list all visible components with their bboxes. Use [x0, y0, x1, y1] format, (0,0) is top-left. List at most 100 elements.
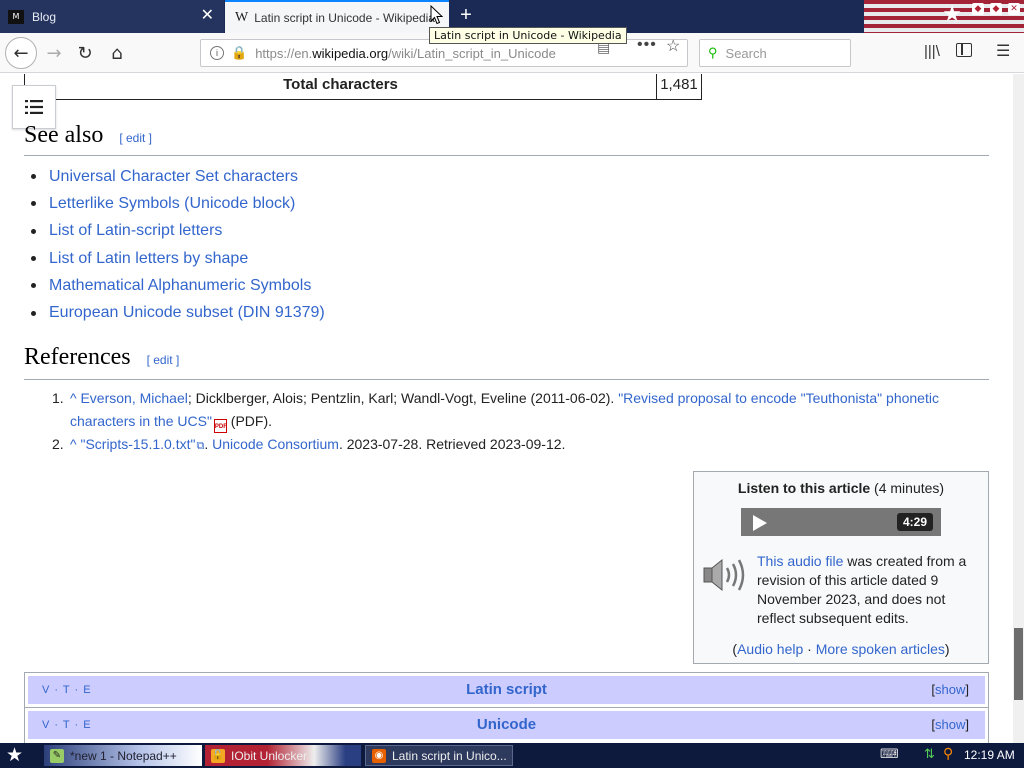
page-actions-icon[interactable]: ••• [637, 36, 657, 54]
keyboard-tray-icon[interactable]: ⌨ [880, 747, 899, 762]
see-also-item[interactable]: List of Latin-script letters [31, 218, 325, 245]
search-icon: ⚲ [708, 45, 718, 60]
page-content: Total characters 1,481 See also [ edit ]… [0, 74, 1013, 743]
tab-wikipedia[interactable]: W Latin script in Unicode - Wikipedia [225, 0, 449, 33]
see-also-link[interactable]: Universal Character Set characters [49, 168, 298, 186]
bullet-icon [31, 283, 36, 289]
url-path: /wiki/Latin_script_in_Unicode [388, 45, 556, 61]
total-characters-value: 1,481 [660, 76, 698, 93]
references-edit-link[interactable]: [ edit ] [147, 353, 180, 367]
audio-title-duration: (4 minutes) [870, 480, 945, 496]
more-spoken-articles-link[interactable]: More spoken articles [816, 641, 945, 657]
audio-footer-close: ) [944, 641, 950, 657]
search-tray-icon[interactable]: ⚲ [943, 746, 953, 762]
taskbar-item-label: IObit Unlocker [231, 748, 308, 763]
navbox-header: V · T · E Unicode [show] [28, 711, 985, 739]
bookmark-star-icon[interactable]: ☆ [666, 36, 680, 56]
reference-item: 2. ^ "Scripts-15.1.0.txt"⧉. Unicode Cons… [52, 433, 972, 458]
navbox-title[interactable]: Latin script [28, 681, 985, 698]
show-link[interactable]: show [935, 717, 965, 732]
back-button[interactable]: ← [5, 37, 37, 69]
navbox-show-toggle[interactable]: [show] [931, 682, 969, 697]
see-also-link[interactable]: European Unicode subset (DIN 91379) [49, 304, 325, 322]
taskbar-clock[interactable]: 12:19 AM [964, 748, 1015, 762]
references-heading: References [ edit ] [24, 344, 989, 380]
publisher-link[interactable]: Unicode Consortium [212, 436, 339, 452]
bullet-icon [31, 228, 36, 234]
backlink-caret[interactable]: ^ [70, 436, 77, 452]
page-scrollbar[interactable] [1013, 74, 1024, 743]
audio-footer-sep: · [803, 641, 816, 657]
close-tab-icon[interactable]: ✕ [201, 8, 214, 24]
home-button[interactable]: ⌂ [103, 39, 131, 67]
see-also-list: Universal Character Set characters Lette… [31, 163, 325, 327]
search-bar[interactable]: ⚲ Search [699, 39, 851, 67]
bullet-icon [31, 201, 36, 207]
show-link[interactable]: show [935, 682, 965, 697]
tab-blog-label: Blog [32, 9, 57, 24]
see-also-item[interactable]: Universal Character Set characters [31, 163, 325, 190]
taskbar-item-iobit[interactable]: 🔓 IObit Unlocker [205, 745, 361, 766]
see-also-heading: See also [ edit ] [24, 122, 989, 156]
lock-icon[interactable]: 🔒 [231, 45, 247, 61]
maximize-icon[interactable]: ◆ [990, 3, 1002, 15]
close-window-icon[interactable]: ✕ [1008, 3, 1020, 15]
bullet-icon [31, 256, 36, 262]
reference-body: ^ "Scripts-15.1.0.txt"⧉. Unicode Consort… [70, 433, 972, 458]
forward-button[interactable]: → [40, 39, 68, 67]
site-info-icon[interactable]: i [210, 46, 224, 60]
tab-blog[interactable]: M Blog ✕ [0, 0, 224, 33]
see-also-edit-link[interactable]: [ edit ] [119, 131, 152, 145]
see-also-item[interactable]: List of Latin letters by shape [31, 245, 325, 272]
total-characters-label: Total characters [25, 74, 657, 99]
start-menu-star-icon[interactable]: ★ [6, 744, 23, 766]
firefox-icon: ◉ [372, 748, 386, 763]
audio-footer: (Audio help · More spoken articles) [694, 641, 988, 657]
navbox-show-toggle[interactable]: [show] [931, 717, 969, 732]
see-also-item[interactable]: European Unicode subset (DIN 91379) [31, 299, 325, 326]
reference-title-link[interactable]: "Scripts-15.1.0.txt" [80, 436, 195, 452]
reference-authors: ; Dicklberger, Alois; Pentzlin, Karl; Wa… [187, 390, 619, 406]
navbox-title[interactable]: Unicode [28, 716, 985, 733]
minimize-icon[interactable]: ◆ [972, 3, 984, 15]
see-also-item[interactable]: Mathematical Alphanumeric Symbols [31, 272, 325, 299]
blog-favicon-icon: M [8, 9, 24, 24]
see-also-link[interactable]: Mathematical Alphanumeric Symbols [49, 277, 311, 295]
taskbar-item-firefox[interactable]: ◉ Latin script in Unico... [365, 745, 513, 766]
reference-sep: . [204, 436, 213, 452]
play-icon[interactable] [753, 515, 767, 531]
see-also-link[interactable]: List of Latin-script letters [49, 222, 222, 240]
unlock-icon: 🔓 [211, 748, 225, 763]
see-also-link[interactable]: List of Latin letters by shape [49, 250, 248, 268]
audio-title: Listen to this article (4 minutes) [694, 480, 988, 496]
hamburger-menu-icon[interactable]: ☰ [996, 41, 1010, 61]
scrollbar-thumb[interactable] [1014, 628, 1023, 700]
bullet-icon [31, 174, 36, 180]
library-icon[interactable]: |||\ [924, 43, 940, 60]
audio-help-link[interactable]: Audio help [737, 641, 803, 657]
os-taskbar: ★ ✎ *new 1 - Notepad++ 🔓 IObit Unlocker … [0, 743, 1024, 768]
taskbar-item-notepad[interactable]: ✎ *new 1 - Notepad++ [44, 745, 202, 766]
wikipedia-favicon-icon: W [235, 9, 249, 25]
new-tab-button[interactable]: + [455, 5, 477, 27]
reference-suffix: (PDF). [226, 413, 273, 429]
backlink-caret[interactable]: ^ [70, 390, 77, 406]
pdf-icon: PDF [213, 419, 227, 433]
audio-file-link[interactable]: This audio file [757, 553, 843, 569]
see-also-link[interactable]: Letterlike Symbols (Unicode block) [49, 195, 295, 213]
network-tray-icon[interactable]: ⇅ [924, 747, 935, 762]
reference-rest: . 2023-07-28. Retrieved 2023-09-12. [338, 436, 566, 452]
notepad-icon: ✎ [50, 748, 64, 763]
see-also-title: See also [24, 122, 104, 148]
sidebar-toggle-icon[interactable] [956, 43, 972, 57]
reference-body: ^ Everson, Michael; Dicklberger, Alois; … [70, 387, 972, 433]
window-controls: ◆ ◆ ✕ [972, 3, 1020, 15]
author-link[interactable]: Everson, Michael [80, 390, 187, 406]
search-placeholder: Search [725, 45, 767, 61]
url-prefix: https://en. [255, 45, 313, 61]
audio-player[interactable]: 4:29 [741, 508, 941, 536]
reference-number: 2. [52, 436, 64, 452]
see-also-item[interactable]: Letterlike Symbols (Unicode block) [31, 190, 325, 217]
reload-button[interactable]: ↻ [71, 39, 99, 67]
mouse-cursor-icon [430, 5, 443, 25]
